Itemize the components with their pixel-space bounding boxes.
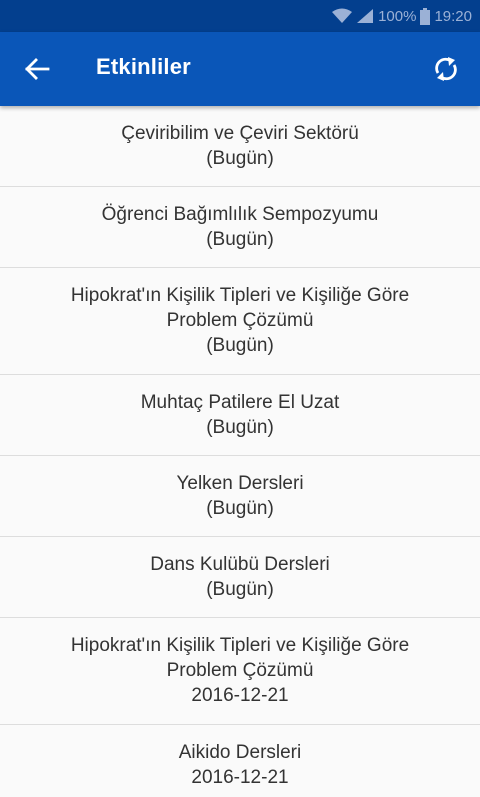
event-date: 2016-12-21 (191, 685, 289, 706)
event-title: Aikido Dersleri (178, 742, 302, 763)
event-title: Hipokrat'ın Kişilik Tipleri ve Kişiliğe … (70, 285, 410, 306)
event-date: (Bugün) (206, 417, 274, 438)
event-title: Problem Çözümü (166, 660, 314, 681)
back-button[interactable] (24, 57, 50, 81)
event-list-item[interactable]: Yelken Dersleri (Bugün) (0, 456, 480, 537)
event-title: Yelken Dersleri (176, 473, 304, 494)
status-bar: 100% 19:20 (0, 0, 480, 32)
event-title: Hipokrat'ın Kişilik Tipleri ve Kişiliğe … (70, 635, 410, 656)
event-date: (Bugün) (206, 579, 274, 600)
event-date: (Bugün) (206, 498, 274, 519)
event-list-item[interactable]: Çeviribilim ve Çeviri Sektörü (Bugün) (0, 106, 480, 187)
refresh-button[interactable] (433, 56, 459, 82)
event-date: 2016-12-21 (191, 767, 289, 788)
battery-icon (420, 7, 431, 25)
event-date: (Bugün) (206, 335, 274, 356)
event-list-item[interactable]: Muhtaç Patilere El Uzat (Bugün) (0, 375, 480, 456)
event-date: (Bugün) (206, 148, 274, 169)
wifi-icon (332, 8, 353, 23)
event-title: Çeviribilim ve Çeviri Sektörü (121, 123, 359, 144)
signal-icon (357, 9, 374, 23)
event-title: Muhtaç Patilere El Uzat (140, 392, 340, 413)
event-list: Çeviribilim ve Çeviri Sektörü (Bugün) Öğre… (0, 106, 480, 797)
page-title: Etkinliler (96, 54, 191, 79)
event-list-item[interactable]: Hipokrat'ın Kişilik Tipleri ve Kişiliğe … (0, 268, 480, 375)
event-date: (Bugün) (206, 229, 274, 250)
event-title: Dans Kulübü Dersleri (150, 554, 330, 575)
event-list-item[interactable]: Dans Kulübü Dersleri (Bugün) (0, 537, 480, 618)
event-list-item[interactable]: Hipokrat'ın Kişilik Tipleri ve Kişiliğe … (0, 618, 480, 725)
arrow-left-icon (25, 58, 50, 80)
event-list-item[interactable]: Öğrenci Bağımlılık Sempozyumu (Bugün) (0, 187, 480, 268)
event-title: Problem Çözümü (166, 310, 314, 331)
clock: 19:20 (434, 7, 472, 25)
event-list-item[interactable]: Aikido Dersleri 2016-12-21 (0, 725, 480, 797)
app-bar: Etkinliler (0, 32, 480, 106)
battery-percentage: 100% (378, 7, 417, 25)
event-title: Öğrenci Bağımlılık Sempozyumu (101, 204, 379, 225)
